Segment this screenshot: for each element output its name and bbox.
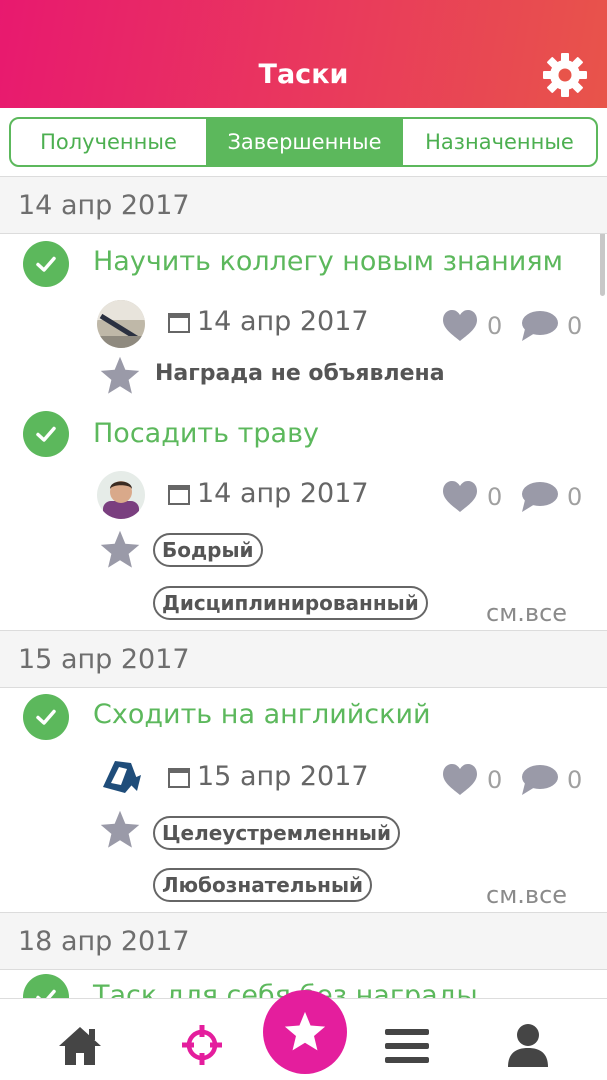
comments-count: 0 xyxy=(567,766,583,794)
likes-count: 0 xyxy=(487,483,503,511)
task-title[interactable]: Научить коллегу новым знаниям xyxy=(93,246,563,277)
trait-badge: Целеустремленный xyxy=(153,816,400,850)
check-circle-icon xyxy=(23,411,69,457)
comments[interactable]: 0 xyxy=(519,480,582,514)
calendar-icon xyxy=(168,767,190,788)
task-title[interactable]: Сходить на английский xyxy=(93,699,431,730)
task-date-text: 15 апр 2017 xyxy=(197,761,369,792)
heart-icon xyxy=(443,310,477,341)
avatar[interactable] xyxy=(97,753,145,801)
see-all-link[interactable]: см.все xyxy=(486,881,567,909)
gear-icon[interactable] xyxy=(541,51,589,99)
see-all-link[interactable]: см.все xyxy=(486,599,567,627)
task-date: 15 апр 2017 xyxy=(167,761,369,792)
task-date-text: 14 апр 2017 xyxy=(197,478,369,509)
tab-received[interactable]: Полученные xyxy=(11,119,206,165)
comments[interactable]: 0 xyxy=(519,763,582,797)
reward-fab-button[interactable] xyxy=(263,990,347,1074)
calendar-icon xyxy=(168,484,190,505)
date-group-header: 14 апр 2017 xyxy=(0,176,607,234)
check-circle-icon xyxy=(23,241,69,287)
comment-icon xyxy=(522,482,558,512)
date-group-header: 18 апр 2017 xyxy=(0,912,607,970)
reward-status: Награда не объявлена xyxy=(155,361,445,386)
comment-icon xyxy=(522,765,558,795)
likes-count: 0 xyxy=(487,766,503,794)
app-header: Таски xyxy=(0,0,607,108)
star-icon xyxy=(100,810,140,848)
segmented-tabs: Полученные Завершенные Назначенные xyxy=(9,117,598,167)
task-title[interactable]: Посадить траву xyxy=(93,418,319,449)
task-list[interactable]: 14 апр 2017 Научить коллегу новым знания… xyxy=(0,176,607,998)
trait-badge: Бодрый xyxy=(153,533,263,567)
trait-badge: Дисциплинированный xyxy=(153,586,428,620)
tab-completed[interactable]: Завершенные xyxy=(206,119,403,165)
date-group-header: 15 апр 2017 xyxy=(0,630,607,688)
check-circle-icon xyxy=(23,974,69,998)
likes[interactable]: 0 xyxy=(441,309,502,343)
comments[interactable]: 0 xyxy=(519,309,582,343)
page-title: Таски xyxy=(258,59,349,90)
avatar[interactable] xyxy=(97,300,145,348)
calendar-icon xyxy=(168,312,190,333)
home-icon[interactable] xyxy=(57,1025,103,1067)
comment-icon xyxy=(522,311,558,341)
menu-icon[interactable] xyxy=(385,1027,429,1065)
profile-icon[interactable] xyxy=(507,1023,549,1069)
comments-count: 0 xyxy=(567,483,583,511)
target-icon[interactable] xyxy=(180,1023,224,1067)
task-date-text: 14 апр 2017 xyxy=(197,306,369,337)
trait-badge: Любознательный xyxy=(153,868,373,902)
comments-count: 0 xyxy=(567,312,583,340)
task-date: 14 апр 2017 xyxy=(167,306,369,337)
tab-assigned[interactable]: Назначенные xyxy=(403,119,596,165)
star-icon xyxy=(100,356,140,394)
likes[interactable]: 0 xyxy=(441,480,502,514)
heart-icon xyxy=(443,481,477,512)
likes[interactable]: 0 xyxy=(441,763,502,797)
heart-icon xyxy=(443,764,477,795)
star-icon xyxy=(284,1011,326,1051)
check-circle-icon xyxy=(23,694,69,740)
task-date: 14 апр 2017 xyxy=(167,478,369,509)
likes-count: 0 xyxy=(487,312,503,340)
avatar[interactable] xyxy=(97,471,145,519)
star-icon xyxy=(100,530,140,568)
